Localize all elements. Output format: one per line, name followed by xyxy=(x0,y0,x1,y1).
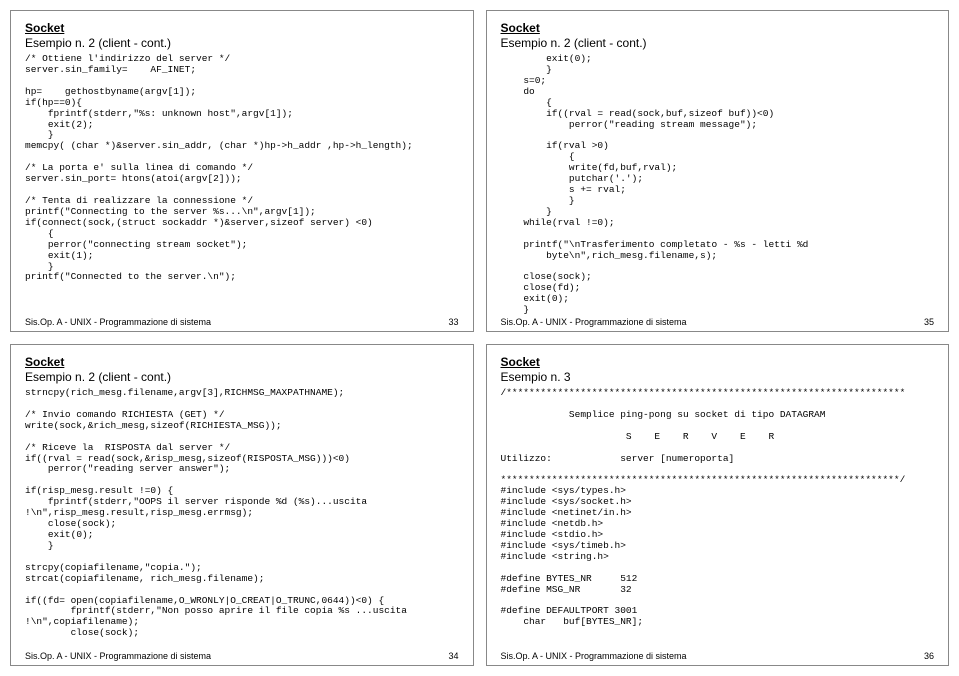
slide-footer: Sis.Op. A - UNIX - Programmazione di sis… xyxy=(501,317,935,327)
slide-title: Socket xyxy=(501,21,935,35)
slide-34: Socket Esempio n. 2 (client - cont.) str… xyxy=(10,344,474,666)
slide-35: Socket Esempio n. 2 (client - cont.) exi… xyxy=(486,10,950,332)
page-number: 36 xyxy=(924,651,934,661)
code-block: exit(0); } s=0; do { if((rval = read(soc… xyxy=(501,54,935,316)
slide-footer: Sis.Op. A - UNIX - Programmazione di sis… xyxy=(501,651,935,661)
page-number: 33 xyxy=(448,317,458,327)
slide-subtitle: Esempio n. 2 (client - cont.) xyxy=(25,36,459,50)
slide-36: Socket Esempio n. 3 /*******************… xyxy=(486,344,950,666)
footer-text: Sis.Op. A - UNIX - Programmazione di sis… xyxy=(25,651,211,661)
code-block: /* Ottiene l'indirizzo del server */ ser… xyxy=(25,54,459,283)
footer-text: Sis.Op. A - UNIX - Programmazione di sis… xyxy=(25,317,211,327)
page-number: 34 xyxy=(448,651,458,661)
page-number: 35 xyxy=(924,317,934,327)
slide-subtitle: Esempio n. 3 xyxy=(501,370,935,384)
slide-subtitle: Esempio n. 2 (client - cont.) xyxy=(501,36,935,50)
slide-footer: Sis.Op. A - UNIX - Programmazione di sis… xyxy=(25,317,459,327)
slide-subtitle: Esempio n. 2 (client - cont.) xyxy=(25,370,459,384)
slide-title: Socket xyxy=(501,355,935,369)
slide-33: Socket Esempio n. 2 (client - cont.) /* … xyxy=(10,10,474,332)
footer-text: Sis.Op. A - UNIX - Programmazione di sis… xyxy=(501,317,687,327)
footer-text: Sis.Op. A - UNIX - Programmazione di sis… xyxy=(501,651,687,661)
slide-footer: Sis.Op. A - UNIX - Programmazione di sis… xyxy=(25,651,459,661)
slide-title: Socket xyxy=(25,21,459,35)
code-block: strncpy(rich_mesg.filename,argv[3],RICHM… xyxy=(25,388,459,639)
slide-title: Socket xyxy=(25,355,459,369)
code-block: /***************************************… xyxy=(501,388,935,628)
